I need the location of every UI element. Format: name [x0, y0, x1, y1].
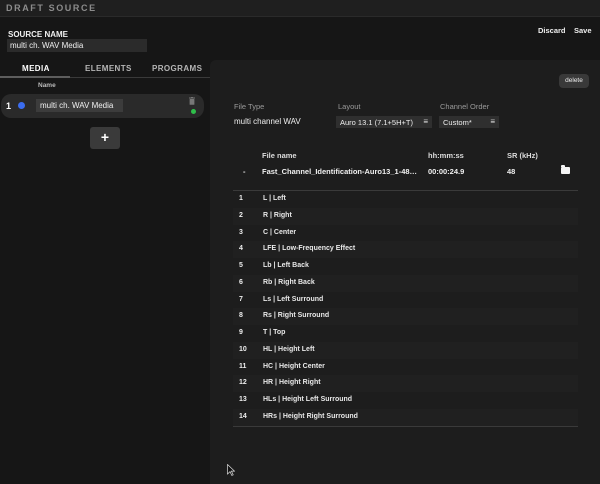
channel-label: Rb | Right Back: [263, 278, 315, 286]
channel-order-label: Channel Order: [440, 102, 490, 111]
tab-media[interactable]: MEDIA: [22, 64, 50, 73]
channel-row[interactable]: 7 Ls | Left Surround: [233, 292, 578, 309]
channel-row[interactable]: 13 HLs | Height Left Surround: [233, 392, 578, 409]
file-name-header: File name: [262, 151, 297, 160]
media-list-item[interactable]: 1 multi ch. WAV Media: [1, 94, 204, 118]
channel-row[interactable]: 2 R | Right: [233, 207, 578, 225]
window-title: DRAFT SOURCE: [6, 3, 97, 13]
tab-elements[interactable]: ELEMENTS: [85, 64, 132, 73]
source-name-input[interactable]: [7, 39, 147, 52]
channel-row[interactable]: 9 T | Top: [233, 325, 578, 342]
layout-label: Layout: [338, 102, 361, 111]
channel-number: 2: [239, 211, 243, 219]
channel-row[interactable]: 3 C | Center: [233, 225, 578, 242]
channel-number: 9: [239, 329, 243, 336]
channel-label: HLs | Height Left Surround: [263, 396, 353, 403]
channel-number: 12: [239, 379, 247, 387]
channel-label: Lb | Left Back: [263, 262, 309, 269]
duration-value: 00:00:24.9: [428, 167, 465, 176]
channel-number: 7: [239, 295, 243, 303]
delete-button[interactable]: delete: [559, 74, 589, 88]
trash-icon[interactable]: [188, 97, 196, 105]
menu-icon: ≡: [490, 117, 495, 126]
channel-label: C | Center: [263, 228, 297, 236]
tab-programs[interactable]: PROGRAMS: [152, 64, 202, 73]
channel-label: HL | Height Left: [263, 345, 315, 353]
channel-order-select[interactable]: Custom* ≡: [439, 116, 499, 128]
file-type-label: File Type: [234, 102, 265, 111]
save-button[interactable]: Save: [574, 26, 592, 35]
source-name-label: SOURCE NAME: [8, 30, 69, 39]
channel-number: 13: [239, 396, 247, 403]
channel-label: Rs | Right Surround: [263, 312, 330, 320]
channel-label: HC | Height Center: [263, 362, 325, 370]
layout-select-value: Auro 13.1 (7.1+5H+T): [340, 118, 413, 127]
channel-label: T | Top: [263, 329, 286, 336]
channel-order-select-value: Custom*: [443, 118, 472, 127]
channel-row[interactable]: 1 L | Left: [233, 191, 578, 208]
title-bar: DRAFT SOURCE: [0, 0, 600, 17]
channel-label: Ls | Left Surround: [263, 295, 324, 303]
channel-label: R | Right: [263, 211, 292, 219]
layout-select[interactable]: Auro 13.1 (7.1+5H+T) ≡: [336, 116, 432, 128]
folder-icon[interactable]: [561, 165, 570, 174]
mouse-cursor-icon: [227, 464, 235, 476]
channel-number: 4: [239, 245, 243, 253]
channel-number: 3: [239, 228, 243, 236]
channel-label: HR | Height Right: [263, 379, 321, 387]
channel-number: 14: [239, 412, 247, 420]
file-type-value: multi channel WAV: [234, 117, 301, 126]
divider: [233, 426, 578, 427]
channel-number: 1: [239, 195, 243, 202]
sample-rate-header: SR (kHz): [507, 151, 538, 160]
channel-list: 1 L | Left 2 R | Right 3 C | Center 4 LFE | …: [233, 191, 578, 426]
channel-label: LFE | Low-Frequency Effect: [263, 245, 356, 253]
channel-row[interactable]: 4 LFE | Low-Frequency Effect: [233, 241, 578, 258]
add-media-button[interactable]: +: [90, 127, 120, 149]
media-name-header: Name: [38, 82, 56, 89]
channel-number: 8: [239, 312, 243, 320]
sample-rate-value: 48: [507, 167, 516, 176]
channel-label: L | Left: [263, 195, 286, 202]
duration-header: hh:mm:ss: [428, 151, 464, 160]
file-row-marker: -: [243, 167, 246, 176]
tab-underline: [0, 76, 210, 78]
channel-row[interactable]: 8 Rs | Right Surround: [233, 308, 578, 325]
channel-row[interactable]: 12 HR | Height Right: [233, 375, 578, 392]
status-indicator: [191, 109, 196, 114]
channel-number: 5: [239, 262, 243, 269]
channel-row[interactable]: 6 Rb | Right Back: [233, 274, 578, 292]
channel-number: 11: [239, 362, 247, 370]
media-name-field[interactable]: multi ch. WAV Media: [36, 99, 123, 112]
channel-row[interactable]: 11 HC | Height Center: [233, 359, 578, 376]
menu-icon: ≡: [423, 117, 428, 126]
channel-row[interactable]: 10 HL | Height Left: [233, 341, 578, 359]
channel-number: 10: [239, 345, 247, 353]
channel-label: HRs | Height Right Surround: [263, 412, 358, 420]
media-index: 1: [6, 101, 12, 111]
discard-button[interactable]: Discard: [538, 26, 566, 35]
media-color-dot[interactable]: [18, 102, 25, 109]
channel-number: 6: [239, 278, 243, 286]
channel-row[interactable]: 5 Lb | Left Back: [233, 258, 578, 275]
channel-row[interactable]: 14 HRs | Height Right Surround: [233, 408, 578, 426]
file-name-value: Fast_Channel_Identification-Auro13_1-48k…: [262, 167, 418, 176]
